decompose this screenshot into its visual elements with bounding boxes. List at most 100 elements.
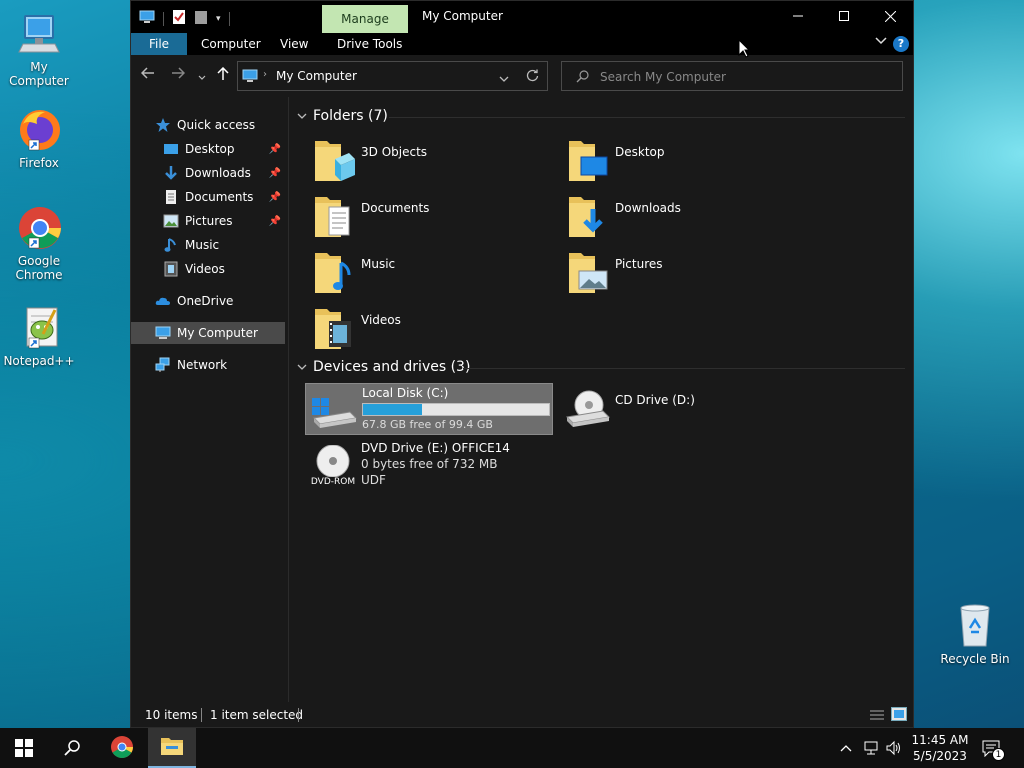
search-button[interactable]: [48, 728, 96, 768]
details-view-icon[interactable]: [869, 708, 885, 725]
film-icon: [163, 261, 179, 277]
document-icon: [163, 189, 179, 205]
divider: [163, 11, 164, 26]
local-disk-icon: [310, 390, 358, 430]
forward-button[interactable]: [171, 67, 186, 83]
drive-filesystem: UDF: [361, 473, 386, 487]
address-dropdown-icon[interactable]: [499, 72, 509, 86]
large-icons-view-icon[interactable]: [891, 707, 907, 721]
network-icon: [155, 357, 171, 373]
properties-icon[interactable]: [172, 9, 186, 28]
desktop-icon-label: My Computer: [9, 60, 69, 88]
maximize-button[interactable]: [821, 1, 867, 31]
address-bar[interactable]: › My Computer: [237, 61, 548, 91]
drives-group-header[interactable]: Devices and drives (3): [297, 359, 470, 375]
folder-desktop[interactable]: Desktop: [559, 137, 799, 187]
pin-icon: 📌: [268, 215, 281, 227]
back-button[interactable]: [140, 67, 155, 83]
dvd-disc-icon: DVD-ROM: [309, 444, 357, 487]
breadcrumb-separator-icon[interactable]: ›: [263, 69, 267, 80]
desktop-folder-icon: [567, 137, 611, 183]
refresh-icon[interactable]: [526, 69, 539, 85]
folder-label: Desktop: [615, 145, 665, 159]
pin-icon: 📌: [268, 143, 281, 155]
search-box[interactable]: [561, 61, 903, 91]
expand-ribbon-chevron-icon[interactable]: [875, 35, 887, 48]
download-arrow-icon: [163, 165, 179, 181]
drive-name: DVD Drive (E:) OFFICE14: [361, 441, 510, 455]
folder-3d-objects[interactable]: 3D Objects: [305, 137, 545, 187]
desktop-icon-chrome[interactable]: Google Chrome: [0, 204, 78, 282]
computer-icon: [15, 10, 63, 58]
nav-item-label: Music: [185, 238, 220, 252]
desktop-icon-firefox[interactable]: Firefox: [0, 106, 78, 170]
chrome-icon: [110, 735, 134, 762]
drive-local-disk-c[interactable]: Local Disk (C:) 67.8 GB free of 99.4 GB: [305, 383, 553, 435]
taskbar-chrome[interactable]: [98, 728, 146, 768]
folder-downloads[interactable]: Downloads: [559, 193, 799, 243]
customize-qat-dropdown-icon[interactable]: ▾: [216, 14, 221, 24]
nav-item-desktop[interactable]: Desktop 📌: [131, 138, 285, 160]
tab-computer[interactable]: Computer: [187, 33, 275, 55]
folder-documents[interactable]: Documents: [305, 193, 545, 243]
nav-this-pc[interactable]: My Computer: [131, 322, 285, 344]
nav-network[interactable]: Network: [131, 354, 285, 376]
desktop-icon-label: Notepad++: [3, 354, 75, 368]
item-count: 10 items: [145, 708, 198, 722]
network-tray-icon[interactable]: [863, 740, 879, 768]
folder-pictures[interactable]: Pictures: [559, 249, 799, 299]
folder-music[interactable]: Music: [305, 249, 545, 299]
taskbar-file-explorer[interactable]: [148, 728, 196, 768]
tab-view[interactable]: View: [266, 33, 322, 55]
folders-group-header[interactable]: Folders (7): [297, 108, 388, 124]
notification-badge: 1: [992, 748, 1005, 761]
search-icon: [576, 70, 589, 86]
nav-item-videos[interactable]: Videos: [131, 258, 285, 280]
desktop-icon-label: Firefox: [19, 156, 59, 170]
drive-dvd-e[interactable]: DVD-ROM DVD Drive (E:) OFFICE14 0 bytes …: [305, 439, 553, 491]
desktop-icon-recycle-bin[interactable]: Recycle Bin: [936, 602, 1014, 666]
nav-item-downloads[interactable]: Downloads 📌: [131, 162, 285, 184]
desktop-icon-my-computer[interactable]: My Computer: [0, 10, 78, 88]
folder-videos[interactable]: Videos: [305, 305, 545, 355]
firefox-icon: [15, 106, 63, 154]
breadcrumb[interactable]: My Computer: [276, 69, 357, 83]
tab-manage[interactable]: Manage: [322, 5, 408, 33]
file-explorer-icon: [160, 736, 184, 759]
up-button[interactable]: [217, 66, 229, 85]
close-button[interactable]: [867, 1, 913, 31]
nav-item-documents[interactable]: Documents 📌: [131, 186, 285, 208]
desktop-icon-label: Recycle Bin: [940, 652, 1010, 666]
action-center-button[interactable]: 1: [982, 739, 1005, 768]
clock[interactable]: 11:45 AM 5/5/2023: [904, 732, 976, 764]
computer-icon: [242, 69, 258, 86]
new-folder-icon[interactable]: [194, 9, 208, 28]
volume-icon[interactable]: [886, 740, 902, 768]
taskbar: 11:45 AM 5/5/2023 1: [0, 728, 1024, 768]
chevron-down-icon: [297, 108, 307, 124]
search-input[interactable]: [600, 68, 890, 86]
folder-label: Downloads: [615, 201, 681, 215]
videos-folder-icon: [313, 305, 357, 351]
nav-item-pictures[interactable]: Pictures 📌: [131, 210, 285, 232]
pictures-folder-icon: [567, 249, 611, 295]
minimize-button[interactable]: [775, 1, 821, 31]
nav-quick-access[interactable]: Quick access: [131, 114, 285, 136]
nav-onedrive[interactable]: OneDrive: [131, 290, 285, 312]
desktop-icon-notepadpp[interactable]: Notepad++: [0, 304, 78, 368]
divider: [298, 708, 299, 722]
folder-label: Pictures: [615, 257, 663, 271]
nav-item-music[interactable]: Music: [131, 234, 285, 256]
drive-cd-d[interactable]: CD Drive (D:): [559, 383, 807, 435]
recent-locations-chevron-icon[interactable]: [198, 69, 206, 85]
group-title: Folders (7): [313, 108, 388, 124]
pin-icon: 📌: [268, 167, 281, 179]
dvd-rom-label: DVD-ROM: [309, 477, 357, 487]
show-hidden-icons-chevron-icon[interactable]: [840, 741, 852, 768]
tab-drive-tools[interactable]: Drive Tools: [323, 33, 416, 55]
start-button[interactable]: [0, 728, 48, 768]
drive-space: 67.8 GB free of 99.4 GB: [362, 418, 493, 431]
help-icon[interactable]: ?: [893, 36, 909, 52]
tab-file[interactable]: File: [131, 33, 187, 55]
title-bar[interactable]: ▾ Manage My Computer: [131, 1, 913, 33]
